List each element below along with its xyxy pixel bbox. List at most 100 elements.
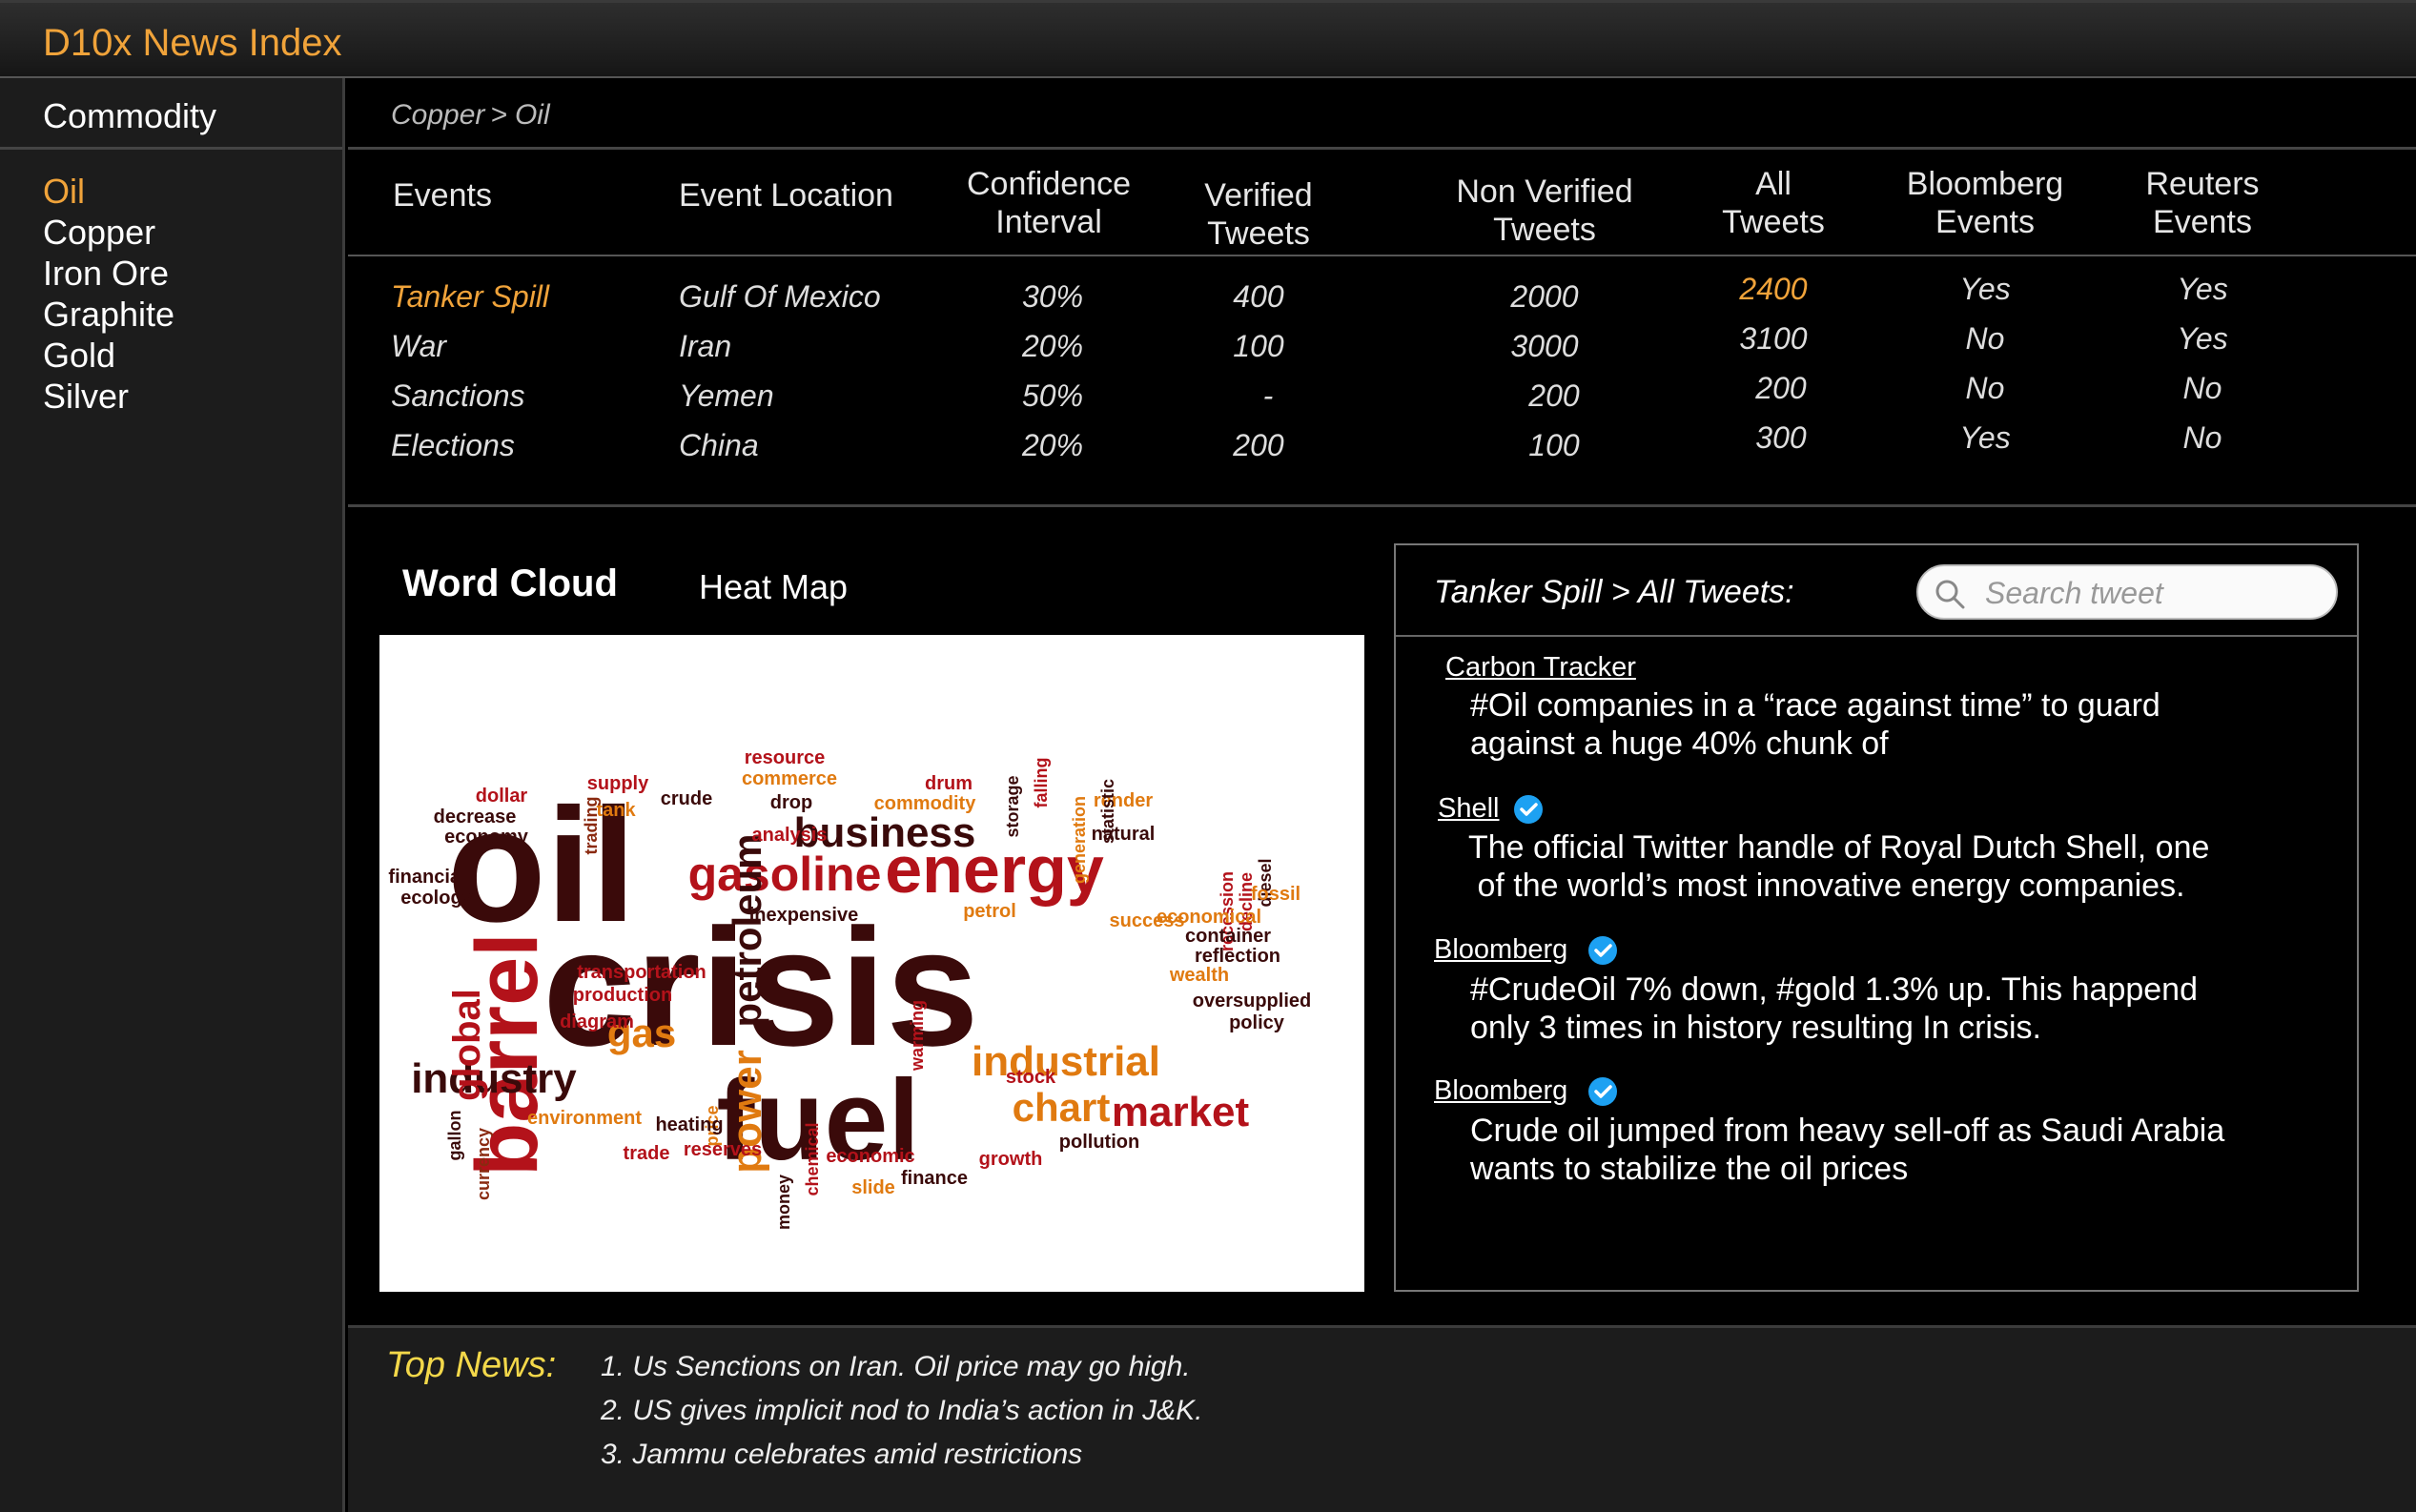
word-cloud-word-global: global	[446, 989, 488, 1101]
search-icon	[1935, 580, 1965, 609]
word-cloud-word-crude: crude	[661, 788, 712, 809]
breadcrumb-parent[interactable]: Copper	[391, 99, 484, 131]
sidebar-item-oil[interactable]: Oil	[43, 172, 85, 212]
breadcrumb-separator: >	[490, 99, 507, 131]
row-1-all: 2400	[1739, 272, 1808, 306]
word-cloud-word-gallon: gallon	[445, 1111, 464, 1161]
sidebar-item-iron-ore[interactable]: Iron Ore	[43, 254, 169, 294]
word-cloud-word-industry: industry	[411, 1055, 577, 1102]
word-cloud-word-drop: drop	[770, 792, 812, 813]
tweet-2-text: The official Twitter handle of Royal Dut…	[1468, 829, 2210, 904]
word-cloud-word-ecology: ecology	[400, 888, 473, 909]
word-cloud-word-analysis: analysis	[752, 825, 828, 846]
word-cloud-word-decrease: decrease	[434, 807, 517, 828]
top-news-item-1[interactable]: 1. Us Senctions on Iran. Oil price may g…	[601, 1351, 1191, 1383]
table-header: Events Event Location Confidence Interval…	[348, 150, 2416, 256]
tweet-1-author[interactable]: Carbon Tracker	[1445, 652, 1636, 684]
row-2-confidence: 20%	[1021, 329, 1084, 363]
verified-badge-icon	[1588, 1077, 1617, 1106]
top-news-item-3[interactable]: 3. Jammu celebrates amid restrictions	[601, 1439, 1082, 1471]
word-cloud-word-warming: warming	[908, 1000, 927, 1072]
row-4-non-verified: 100	[1528, 428, 1580, 462]
header-event-location: Event Location	[679, 177, 893, 214]
row-1-event[interactable]: Tanker Spill	[391, 279, 549, 315]
row-4-location: China	[679, 428, 759, 462]
tweet-4-text: Crude oil jumped from heavy sell-off as …	[1470, 1113, 2225, 1187]
top-news-label: Top News:	[386, 1345, 557, 1385]
search-tweet-input[interactable]: Search tweet	[1916, 564, 2338, 620]
word-cloud-word-trading: trading	[582, 797, 601, 855]
tab-heat-map[interactable]: Heat Map	[699, 567, 848, 607]
tab-word-cloud[interactable]: Word Cloud	[402, 562, 618, 605]
word-cloud-word-petrol: petrol	[963, 901, 1016, 922]
row-1-non-verified: 2000	[1510, 279, 1579, 314]
tweet-3-author[interactable]: Bloomberg	[1434, 934, 1567, 966]
word-cloud-word-supply: supply	[587, 773, 649, 794]
row-2-verified: 100	[1233, 329, 1284, 363]
word-cloud-word-reserves: reserves	[684, 1139, 762, 1160]
word-cloud-word-diagram: diagram	[560, 1011, 634, 1032]
tweets-panel-header: Tanker Spill > All Tweets: Search tweet	[1396, 545, 2357, 637]
word-cloud-word-trade: trade	[624, 1143, 670, 1164]
header-non-verified-tweets: Non Verified Tweets	[1456, 174, 1633, 248]
row-4-reuters: No	[2182, 420, 2222, 455]
row-4-verified: 200	[1233, 428, 1284, 462]
verified-badge-icon	[1588, 936, 1617, 965]
word-cloud-word-market: market	[1112, 1089, 1250, 1135]
word-cloud-word-success: success	[1110, 910, 1185, 931]
top-news-item-2[interactable]: 2. US gives implicit nod to India’s acti…	[601, 1395, 1202, 1427]
word-cloud-word-stock: stock	[1006, 1067, 1056, 1088]
title-bar: D10x News Index	[0, 0, 2416, 78]
word-cloud-word-container: container	[1185, 926, 1271, 947]
row-2-bloomberg: No	[1965, 321, 2005, 356]
word-cloud-word-drum: drum	[925, 773, 973, 794]
row-1-bloomberg: Yes	[1959, 272, 2011, 306]
word-cloud-word-slide: slide	[851, 1177, 895, 1198]
word-cloud-word-pollution: pollution	[1059, 1132, 1139, 1153]
word-cloud-word-fossil: fossil	[1251, 884, 1300, 905]
word-cloud-word-heating: heating	[655, 1114, 723, 1135]
tweet-3-text: #CrudeOil 7% down, #gold 1.3% up. This h…	[1470, 971, 2198, 1046]
word-cloud-word-tank: tank	[596, 800, 636, 821]
row-2-location: Iran	[679, 329, 732, 363]
word-cloud-word-growth: growth	[979, 1149, 1043, 1170]
events-table: Events Event Location Confidence Interval…	[348, 150, 2416, 507]
word-cloud-word-inexpensive: inexpensive	[749, 905, 859, 926]
row-1-reuters: Yes	[2177, 272, 2228, 306]
word-cloud-word-chart: chart	[1013, 1085, 1111, 1130]
word-cloud-word-reflection: reflection	[1195, 946, 1280, 967]
row-2-all: 3100	[1739, 321, 1808, 356]
word-cloud-canvas: oilcrisisfuelbarrelenergygasolinebusines…	[388, 747, 1311, 1230]
row-2-event[interactable]: War	[391, 329, 446, 364]
word-cloud-word-industrial: industrial	[972, 1038, 1160, 1085]
row-3-non-verified: 200	[1528, 378, 1580, 413]
word-cloud-word-production: production	[573, 985, 672, 1006]
row-4-all: 300	[1755, 420, 1807, 455]
row-4-confidence: 20%	[1021, 428, 1084, 462]
sidebar-item-graphite[interactable]: Graphite	[43, 295, 174, 335]
word-cloud-word-commerce: commerce	[742, 768, 837, 789]
tweet-1-text: #Oil companies in a “race against time” …	[1470, 687, 2160, 762]
tweet-4-author[interactable]: Bloomberg	[1434, 1075, 1567, 1107]
sidebar-item-copper[interactable]: Copper	[43, 213, 155, 253]
word-cloud-word-economy: economy	[444, 827, 529, 848]
header-bloomberg-events: Bloomberg Events	[1906, 166, 2064, 240]
sidebar-item-silver[interactable]: Silver	[43, 377, 129, 417]
breadcrumb-current: Oil	[514, 99, 550, 131]
row-1-confidence: 30%	[1021, 279, 1084, 314]
word-cloud-word-resource: resource	[745, 747, 826, 768]
row-3-location: Yemen	[679, 378, 774, 413]
word-cloud-word-economic: economic	[826, 1146, 914, 1167]
tweets-panel: Tanker Spill > All Tweets: Search tweet …	[1394, 543, 2359, 1292]
word-cloud-word-currency: currency	[474, 1128, 493, 1200]
tweet-2-author[interactable]: Shell	[1438, 793, 1500, 825]
word-cloud-word-falling: falling	[1032, 758, 1051, 808]
row-4-event[interactable]: Elections	[391, 428, 515, 463]
row-3-event[interactable]: Sanctions	[391, 378, 525, 414]
word-cloud-word-transportation: transportation	[577, 962, 706, 983]
sidebar-item-gold[interactable]: Gold	[43, 336, 115, 376]
word-cloud-word-dollar: dollar	[476, 786, 528, 807]
row-3-all: 200	[1755, 371, 1807, 405]
row-3-confidence: 50%	[1021, 378, 1084, 413]
row-3-reuters: No	[2182, 371, 2222, 405]
